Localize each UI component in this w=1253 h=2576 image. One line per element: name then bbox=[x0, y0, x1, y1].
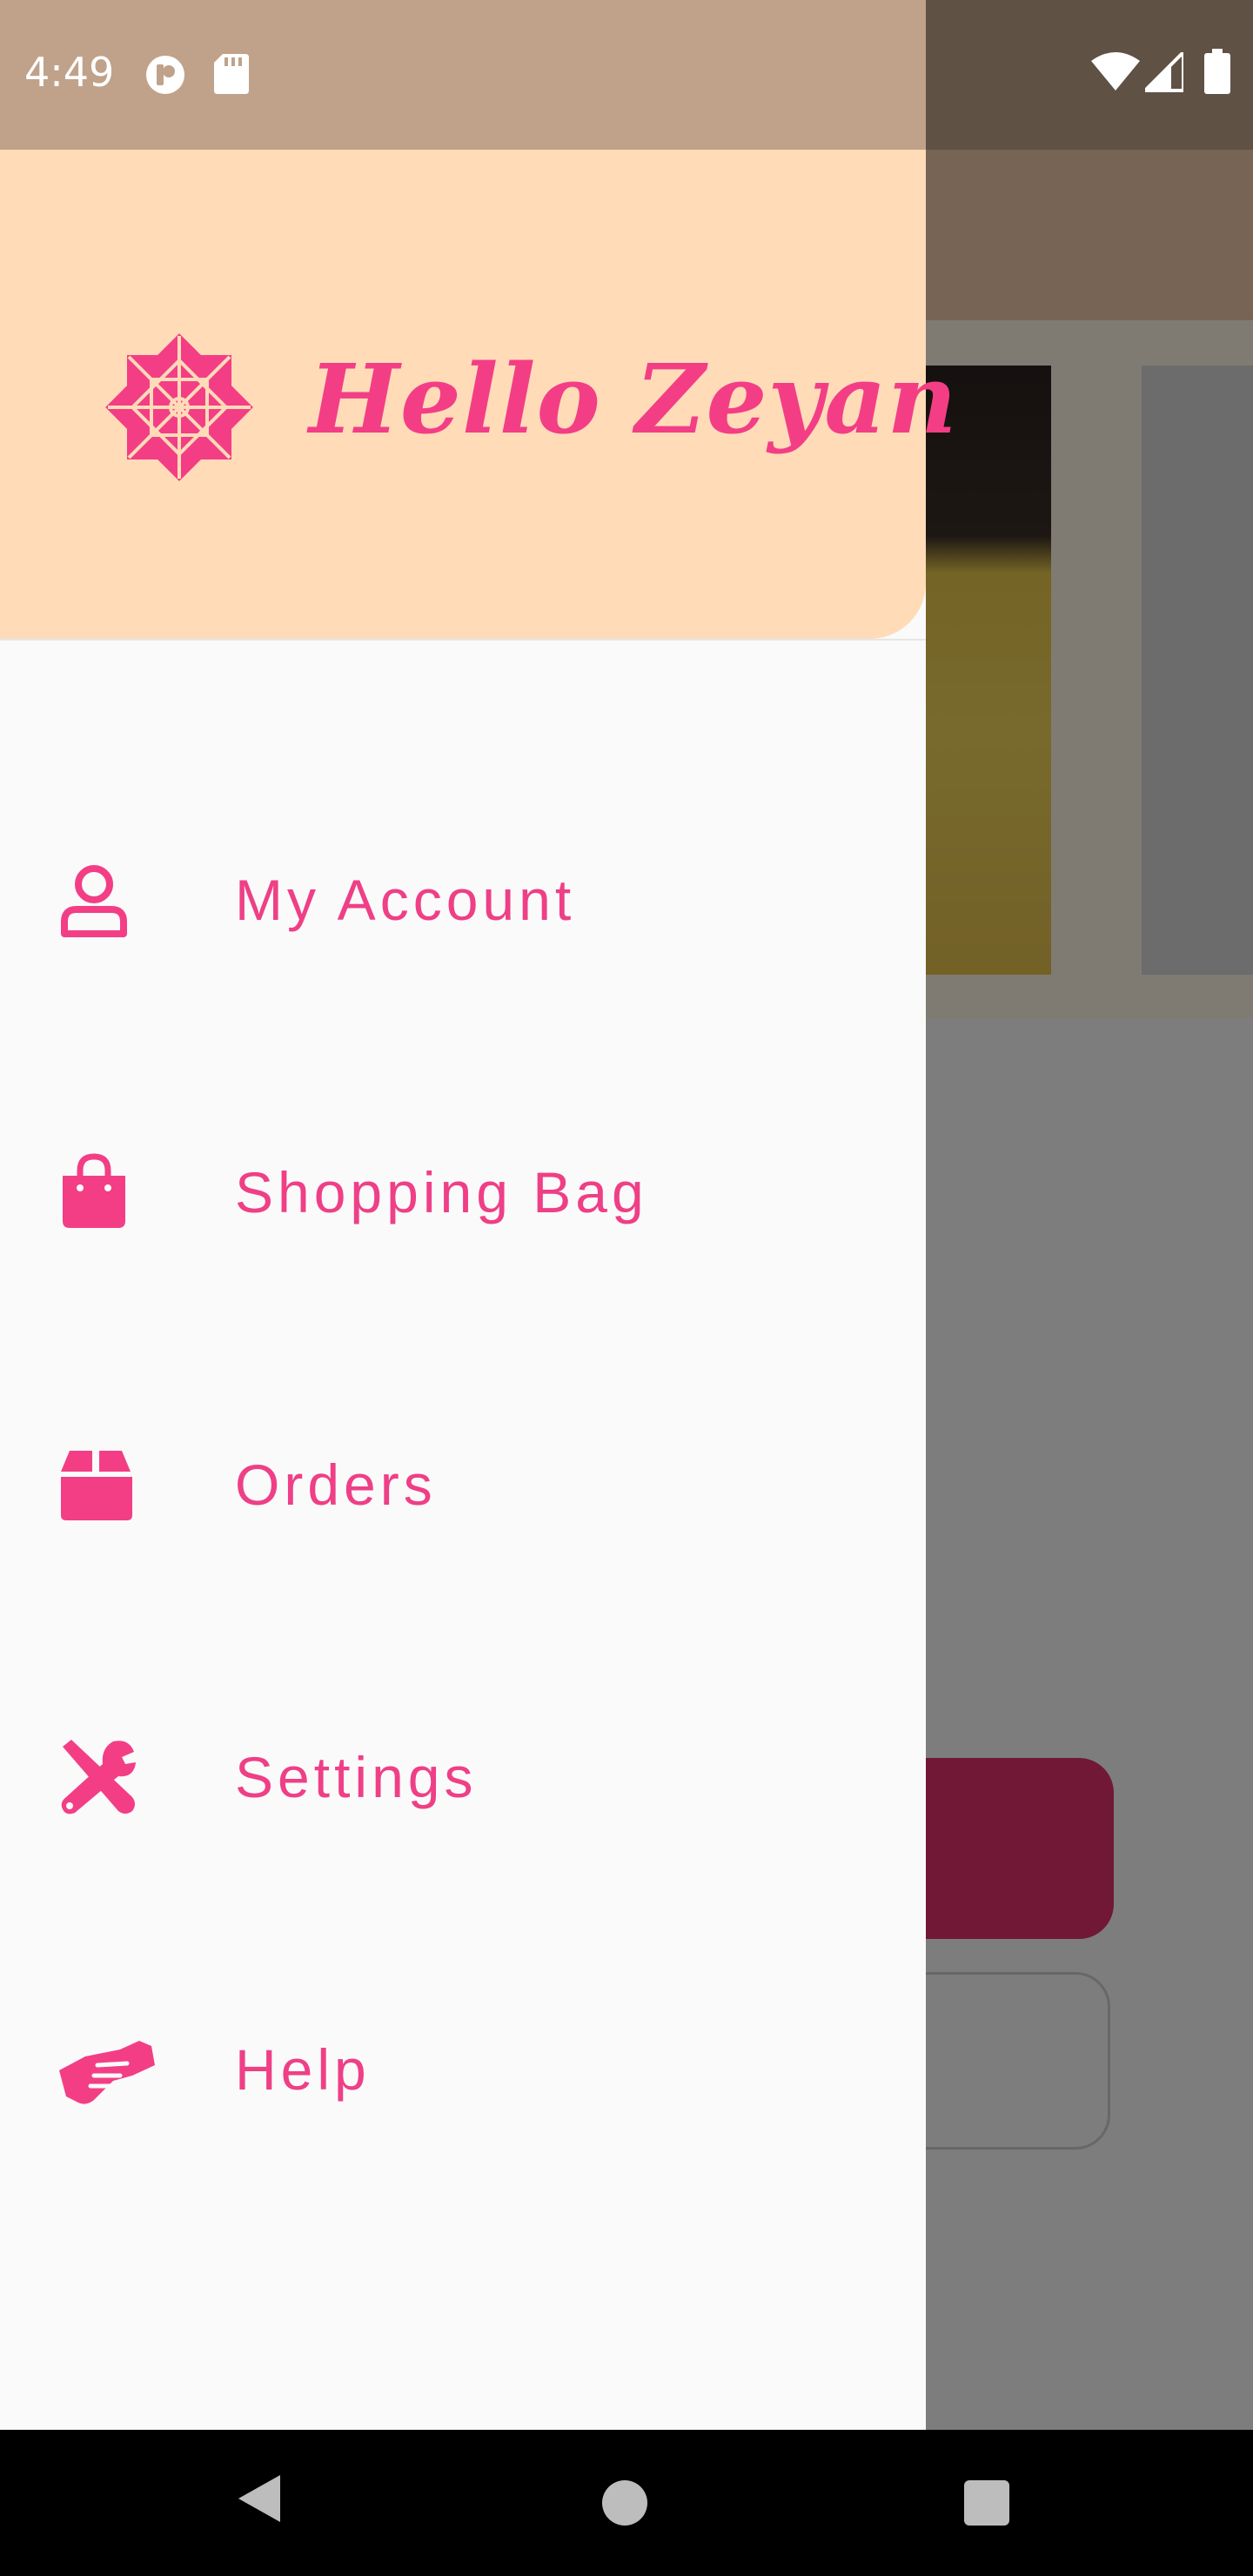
menu-label-my-account: My Account bbox=[235, 868, 576, 932]
brand-logo-icon bbox=[105, 333, 253, 481]
home-icon[interactable] bbox=[602, 2480, 647, 2526]
menu-item-help[interactable]: Help bbox=[0, 1982, 926, 2157]
menu-label-help: Help bbox=[235, 2037, 371, 2102]
back-icon[interactable] bbox=[235, 2472, 284, 2526]
menu-item-shopping-bag[interactable]: Shopping Bag bbox=[0, 1105, 926, 1279]
cell-signal-icon bbox=[1145, 52, 1183, 92]
sd-card-icon bbox=[214, 54, 249, 94]
menu-item-settings[interactable]: Settings bbox=[0, 1690, 926, 1864]
orders-box-icon bbox=[61, 1451, 132, 1520]
shopping-bag-icon bbox=[63, 1153, 125, 1228]
wifi-icon bbox=[1091, 52, 1140, 91]
navigation-drawer: Hello Zeyan My Account Shopping Bag Orde… bbox=[0, 150, 957, 2430]
sync-app-icon bbox=[146, 56, 184, 94]
header-divider bbox=[0, 639, 926, 641]
menu-label-settings: Settings bbox=[235, 1745, 478, 1809]
battery-icon bbox=[1204, 49, 1230, 94]
status-time: 4:49 bbox=[24, 49, 115, 96]
menu-item-orders[interactable]: Orders bbox=[0, 1398, 926, 1572]
menu-item-my-account[interactable]: My Account bbox=[0, 813, 926, 987]
drawer-header: Hello Zeyan bbox=[0, 150, 957, 639]
menu-label-shopping-bag: Shopping Bag bbox=[235, 1160, 648, 1224]
account-icon bbox=[61, 865, 127, 937]
greeting-title: Hello Zeyan bbox=[309, 343, 958, 455]
status-bar: 4:49 bbox=[0, 0, 926, 150]
handshake-icon bbox=[59, 2041, 155, 2104]
tools-icon bbox=[61, 1740, 136, 1815]
recents-icon[interactable] bbox=[964, 2480, 1009, 2526]
menu-label-orders: Orders bbox=[235, 1452, 437, 1517]
